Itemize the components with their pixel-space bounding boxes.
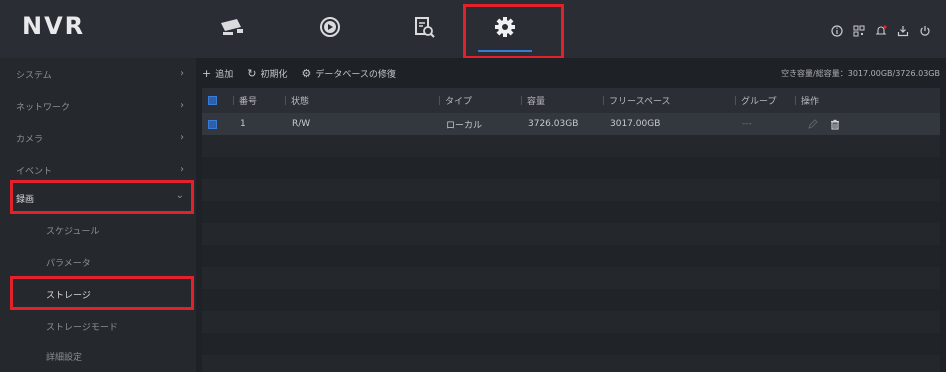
initialize-button[interactable]: ↻ 初期化 [247, 67, 287, 80]
info-icon[interactable] [830, 24, 844, 38]
col-header-capacity[interactable]: | 容量 [520, 88, 545, 113]
sidebar-item-label: スケジュール [46, 226, 100, 237]
col-header-ops[interactable]: | 操作 [794, 88, 819, 113]
main-panel: + 追加 ↻ 初期化 ⚙ データベースの修復 空き容量/総容量：3017.00G… [196, 58, 946, 372]
sidebar-item-label: ネットワーク [16, 102, 71, 113]
empty-row [202, 179, 940, 201]
sidebar-item-label: システム [16, 70, 52, 81]
repair-label: データベースの修復 [315, 69, 396, 80]
empty-row [202, 333, 940, 355]
cell-free: 3017.00GB [610, 119, 661, 129]
app-logo: NVR [22, 12, 86, 40]
plus-icon: + [202, 66, 212, 80]
sidebar-item-label: カメラ [16, 134, 44, 145]
add-button[interactable]: + 追加 [202, 67, 233, 80]
power-icon[interactable] [918, 24, 932, 38]
col-header-group[interactable]: | グループ [734, 88, 777, 113]
empty-row [202, 245, 940, 267]
cell-status: R/W [292, 119, 311, 129]
empty-row [202, 201, 940, 223]
refresh-icon: ↻ [247, 66, 257, 80]
chevron-right-icon: › [180, 68, 184, 79]
sidebar-item-label: イベント [16, 166, 53, 177]
sidebar-item-recording[interactable]: 録画 ⌄ [0, 182, 196, 214]
sidebar-item-network[interactable]: ネットワーク › [0, 90, 196, 122]
qr-code-icon[interactable] [852, 24, 866, 38]
empty-row [202, 223, 940, 245]
notification-bell-icon[interactable] [874, 24, 888, 38]
col-header-status[interactable]: | 状態 [284, 88, 309, 113]
empty-row [202, 289, 940, 311]
sidebar-item-camera[interactable]: カメラ › [0, 122, 196, 154]
delete-icon[interactable] [830, 113, 840, 135]
cell-group: --- [742, 119, 752, 129]
sidebar-item-advanced[interactable]: 詳細設定 [0, 340, 196, 372]
cell-type: ローカル [446, 120, 483, 131]
cell-capacity: 3726.03GB [528, 119, 579, 129]
cell-no: 1 [240, 119, 246, 129]
empty-row [202, 355, 940, 372]
camera-icon[interactable] [212, 10, 252, 44]
repair-database-button[interactable]: ⚙ データベースの修復 [301, 67, 395, 80]
col-header-no[interactable]: | 番号 [232, 88, 257, 113]
active-tab-indicator [478, 50, 532, 52]
system-icons [830, 24, 932, 38]
add-label: 追加 [215, 69, 234, 80]
capacity-summary: 空き容量/総容量：3017.00GB/3726.03GB [781, 69, 940, 78]
chevron-down-icon: ⌄ [175, 190, 184, 201]
download-icon[interactable] [896, 24, 910, 38]
select-all-checkbox[interactable] [208, 88, 217, 113]
table-row[interactable]: 1 R/W ローカル 3726.03GB 3017.00GB --- [202, 113, 940, 135]
sidebar-item-storage-mode[interactable]: ストレージモード [0, 310, 196, 342]
col-header-free[interactable]: | フリースペース [602, 88, 671, 113]
empty-row [202, 311, 940, 333]
toolbar: + 追加 ↻ 初期化 ⚙ データベースの修復 空き容量/総容量：3017.00G… [196, 58, 946, 88]
empty-row [202, 267, 940, 289]
row-checkbox[interactable] [208, 113, 217, 135]
storage-table: | 番号 | 状態 | タイプ | 容量 | フリースペース | グループ | 操作 1 R/… [202, 88, 940, 372]
edit-icon[interactable] [808, 113, 818, 135]
settings-gear-icon[interactable] [485, 10, 525, 44]
chevron-right-icon: › [180, 132, 184, 143]
search-file-icon[interactable] [404, 10, 444, 44]
empty-row [202, 135, 940, 157]
sidebar-item-schedule[interactable]: スケジュール [0, 214, 196, 246]
sidebar-item-system[interactable]: システム › [0, 58, 196, 90]
top-bar: NVR [0, 0, 946, 58]
col-header-type[interactable]: | タイプ [438, 88, 472, 113]
repair-gear-icon: ⚙ [301, 66, 312, 80]
playback-icon[interactable] [310, 10, 350, 44]
initialize-label: 初期化 [260, 69, 288, 80]
chevron-right-icon: › [180, 100, 184, 111]
chevron-right-icon: › [180, 164, 184, 175]
empty-row [202, 157, 940, 179]
sidebar: システム › ネットワーク › カメラ › イベント › 録画 ⌄ スケジュール… [0, 58, 196, 372]
sidebar-item-label: 詳細設定 [46, 352, 83, 363]
sidebar-item-parameters[interactable]: パラメータ [0, 246, 196, 278]
sidebar-item-label: パラメータ [46, 258, 91, 269]
sidebar-item-label: 録画 [16, 194, 35, 205]
sidebar-item-label: ストレージ [46, 290, 91, 301]
table-header: | 番号 | 状態 | タイプ | 容量 | フリースペース | グループ | 操作 [202, 88, 940, 113]
sidebar-item-label: ストレージモード [46, 322, 118, 333]
sidebar-item-storage[interactable]: ストレージ [0, 278, 196, 310]
